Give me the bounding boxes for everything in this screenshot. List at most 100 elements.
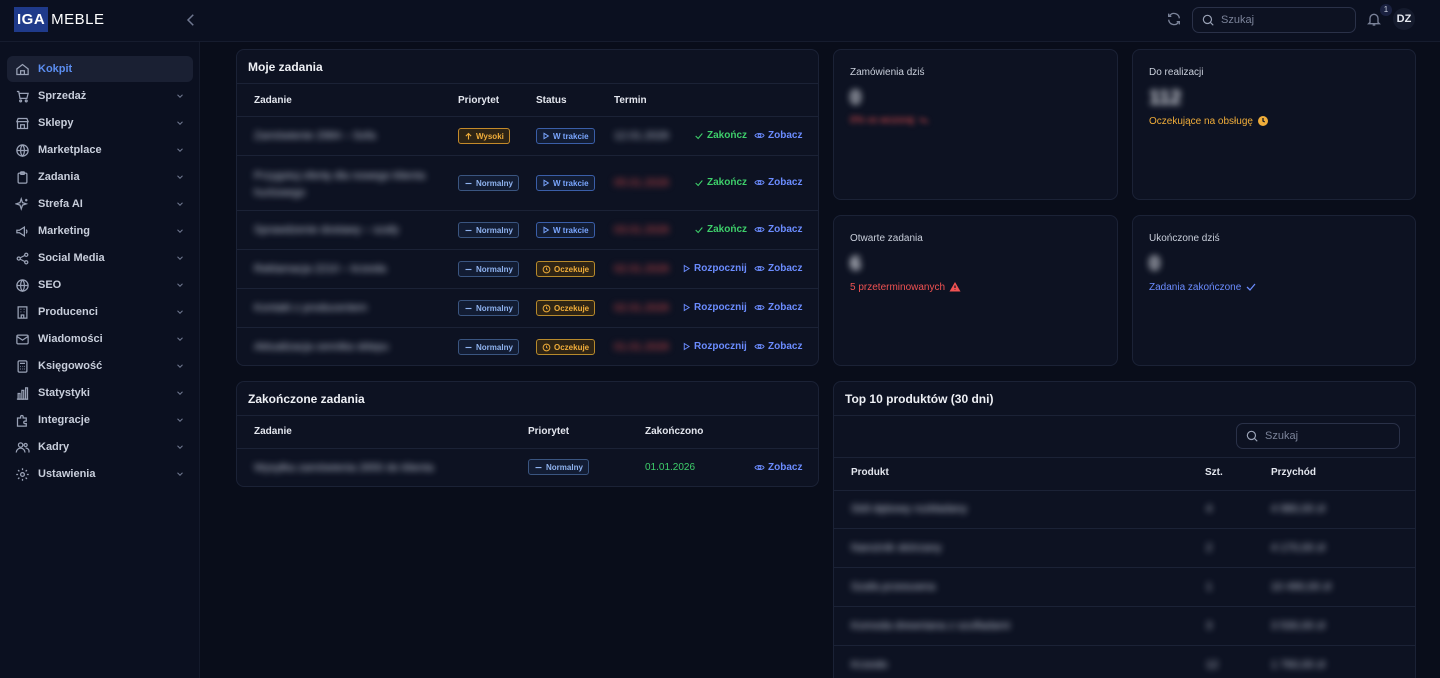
to-fulfill-card[interactable]: Do realizacji 112 Oczekujące na obsługę [1132, 49, 1416, 200]
sidebar-item-ksiegowosc[interactable]: Księgowość [7, 353, 193, 379]
product-search[interactable] [1236, 423, 1400, 449]
task-name[interactable]: Wysyłka zamówienia 2650 do klienta [254, 462, 434, 474]
sidebar-item-statystyki[interactable]: Statystyki [7, 380, 193, 406]
start-task-button[interactable]: Rozpocznij [682, 341, 747, 352]
sidebar-item-label: Sklepy [38, 117, 74, 129]
task-name[interactable]: Przygotuj ofertę dla nowego klienta hurt… [254, 168, 444, 199]
task-name[interactable]: Aktualizacja cennika sklepu [254, 341, 389, 353]
stat-note: 5 przeterminowanych [850, 281, 961, 293]
status-badge: W trakcie [536, 128, 595, 144]
due-date: 02.01.2026 [614, 263, 670, 275]
view-task-button[interactable]: Zobacz [754, 263, 802, 274]
dash-icon [465, 229, 472, 231]
sidebar-item-wiadomosci[interactable]: Wiadomości [7, 326, 193, 352]
stat-label: Do realizacji [1149, 67, 1204, 78]
divider [834, 457, 1415, 458]
sidebar-item-kokpit[interactable]: Kokpit [7, 56, 193, 82]
sidebar-item-label: Integracje [38, 414, 90, 426]
completed-tasks-card: Zakończone zadania Zadanie Priorytet Zak… [236, 381, 819, 487]
priority-badge: Normalny [458, 300, 519, 316]
task-name[interactable]: Zamówienie 2984 – Sofa [254, 130, 376, 142]
mail-icon [15, 332, 30, 347]
check-icon [695, 179, 703, 186]
column-header: Priorytet [458, 95, 500, 106]
action-label: Zakończ [707, 177, 748, 188]
sidebar-item-marketing[interactable]: Marketing [7, 218, 193, 244]
sidebar-item-marketplace[interactable]: Marketplace [7, 137, 193, 163]
play-icon [543, 226, 550, 234]
divider [237, 210, 818, 211]
sidebar-item-kadry[interactable]: Kadry [7, 434, 193, 460]
bar-chart-icon [15, 386, 30, 401]
logo-text: MEBLE [51, 11, 105, 28]
open-tasks-card[interactable]: Otwarte zadania 6 5 przeterminowanych [833, 215, 1118, 366]
task-name[interactable]: Reklamacja 2210 – krzesła [254, 263, 386, 275]
card-title: Zakończone zadania [248, 392, 365, 406]
divider [237, 249, 818, 250]
sidebar-item-strefa-ai[interactable]: Strefa AI [7, 191, 193, 217]
search-input[interactable] [1221, 14, 1341, 26]
view-task-button[interactable]: Zobacz [754, 224, 802, 235]
stat-value: 6 [850, 253, 862, 275]
global-search[interactable] [1192, 7, 1356, 33]
column-header: Zakończono [645, 426, 704, 437]
complete-task-button[interactable]: Zakończ [694, 224, 747, 235]
view-task-button[interactable]: Zobacz [754, 341, 802, 352]
sidebar-item-seo[interactable]: SEO [7, 272, 193, 298]
priority-label: Normalny [546, 462, 583, 472]
column-header: Status [536, 95, 567, 106]
product-qty: 1 [1206, 581, 1213, 593]
logo[interactable]: IGA MEBLE [14, 7, 105, 32]
collapse-sidebar-icon[interactable] [182, 11, 200, 29]
complete-task-button[interactable]: Zakończ [694, 130, 747, 141]
trend-down-icon [918, 117, 928, 124]
divider [834, 606, 1415, 607]
avatar[interactable]: DZ [1393, 8, 1415, 30]
sidebar-item-producenci[interactable]: Producenci [7, 299, 193, 325]
priority-badge: Normalny [458, 261, 519, 277]
stat-note: 0% vs wczoraj [850, 115, 929, 126]
clock-icon [542, 343, 551, 351]
view-label: Zobacz [768, 341, 803, 352]
view-task-button[interactable]: Zobacz [754, 302, 802, 313]
sidebar-item-integracje[interactable]: Integracje [7, 407, 193, 433]
product-qty: 3 [1206, 620, 1213, 632]
task-name[interactable]: Sprawdzenie dostawy – szafy [254, 224, 399, 236]
refresh-icon[interactable] [1166, 11, 1182, 27]
sidebar-item-zadania[interactable]: Zadania [7, 164, 193, 190]
complete-task-button[interactable]: Zakończ [694, 177, 747, 188]
start-task-button[interactable]: Rozpocznij [682, 263, 747, 274]
view-task-button[interactable]: Zobacz [754, 177, 802, 188]
status-label: Oczekuje [554, 342, 590, 352]
product-qty: 4 [1206, 503, 1213, 515]
task-name[interactable]: Kontakt z producentem [254, 302, 367, 314]
search-icon [1246, 430, 1258, 442]
status-badge: W trakcie [536, 175, 595, 191]
status-label: Oczekuje [554, 264, 590, 274]
due-date: 01.01.2026 [614, 341, 670, 353]
chevron-down-icon [177, 283, 183, 287]
stat-note-text: 5 przeterminowanych [850, 281, 946, 293]
status-badge: W trakcie [536, 222, 595, 238]
stat-label: Zamówienia dziś [850, 67, 925, 78]
status-label: W trakcie [553, 178, 589, 188]
sidebar-item-ustawienia[interactable]: Ustawienia [7, 461, 193, 487]
view-task-button[interactable]: Zobacz [754, 130, 802, 141]
share-icon [15, 251, 30, 266]
sidebar-item-sklepy[interactable]: Sklepy [7, 110, 193, 136]
completed-today-card[interactable]: Ukończone dziś 0 Zadania zakończone [1132, 215, 1416, 366]
start-task-button[interactable]: Rozpocznij [682, 302, 747, 313]
product-search-input[interactable] [1265, 430, 1385, 442]
orders-today-card[interactable]: Zamówienia dziś 0 0% vs wczoraj [833, 49, 1118, 200]
sidebar-item-social-media[interactable]: Social Media [7, 245, 193, 271]
bell-icon[interactable] [1366, 10, 1382, 28]
view-task-button[interactable]: Zobacz [754, 462, 802, 473]
logo-mark: IGA [14, 7, 49, 32]
puzzle-icon [15, 413, 30, 428]
clock-icon [542, 265, 551, 273]
stat-value: 0 [850, 87, 862, 109]
action-label: Zakończ [707, 224, 748, 235]
stat-note-text: 0% vs wczoraj [850, 115, 914, 126]
sidebar-item-sprzedaz[interactable]: Sprzedaż [7, 83, 193, 109]
play-icon [543, 179, 550, 187]
